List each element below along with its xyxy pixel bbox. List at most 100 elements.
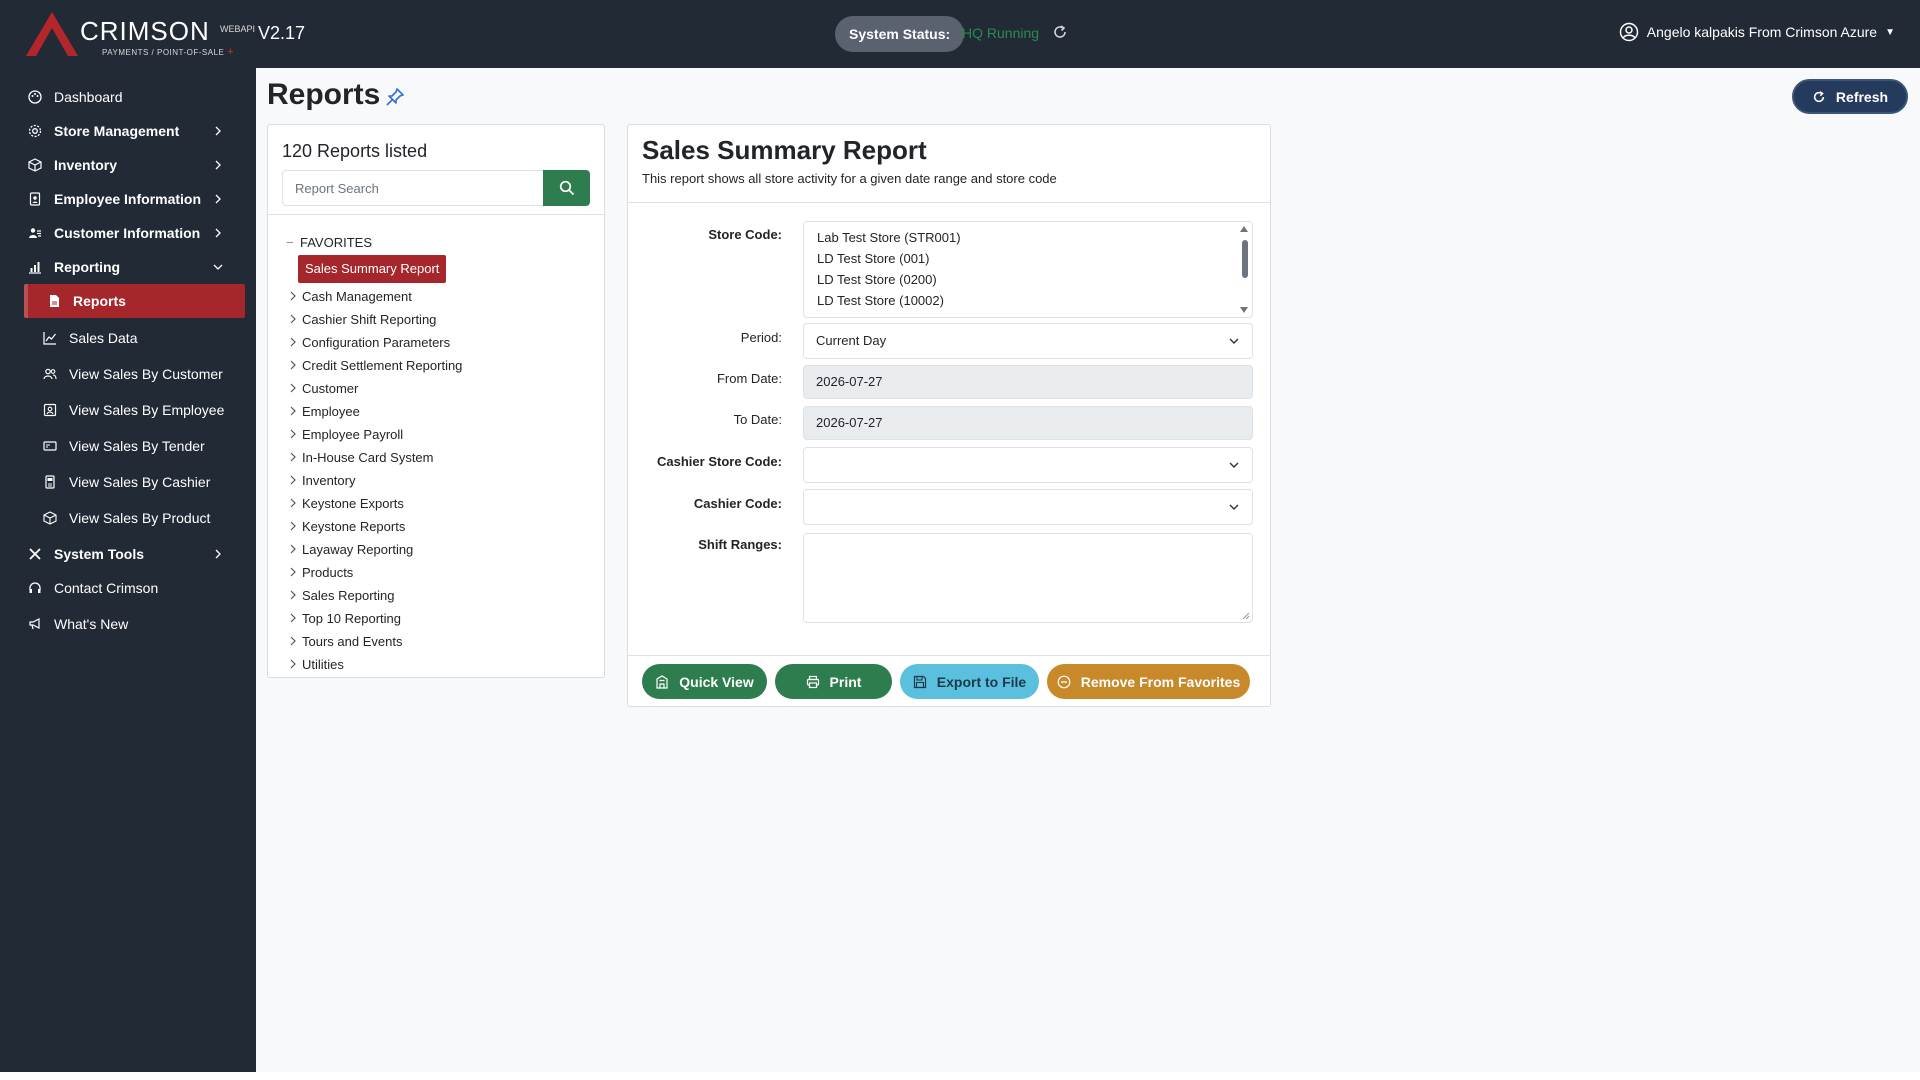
sidebar-item-label: Inventory xyxy=(54,157,118,173)
tree-category[interactable]: Utilities xyxy=(286,654,344,674)
system-status-badge: System Status: xyxy=(835,16,965,52)
store-option[interactable]: LD Test Store (10002) xyxy=(817,293,944,308)
sidebar-item-label: Reporting xyxy=(54,259,121,275)
version-label: V2.17 xyxy=(258,23,306,43)
divider xyxy=(628,655,1270,656)
system-status-value: HQ Running xyxy=(962,25,1040,41)
search-button[interactable] xyxy=(543,170,590,206)
chevron-right-icon xyxy=(215,228,221,238)
sidebar-item-view-sales-by-product[interactable]: View Sales By Product xyxy=(0,501,256,535)
to-date-field[interactable]: 2026-07-27 xyxy=(803,406,1253,440)
tree-category[interactable]: Credit Settlement Reporting xyxy=(286,355,462,375)
tree-category[interactable]: Layaway Reporting xyxy=(286,539,413,559)
crimson-logo[interactable]: CRIMSON PAYMENTS / POINT-OF-SALE + WEBAP… xyxy=(24,10,256,60)
sidebar-item-view-sales-by-tender[interactable]: View Sales By Tender xyxy=(0,429,256,463)
tree-category[interactable]: Keystone Reports xyxy=(286,516,405,536)
sidebar-item-reports[interactable]: Reports xyxy=(24,284,245,318)
tree-category[interactable]: Cash Management xyxy=(286,286,412,306)
sidebar-item-system-tools[interactable]: System Tools xyxy=(0,537,256,571)
sidebar-item-store-management[interactable]: Store Management xyxy=(0,114,256,148)
sidebar-item-label: Store Management xyxy=(54,123,180,139)
remove-from-favorites-label: Remove From Favorites xyxy=(1080,673,1241,690)
scroll-down-icon[interactable] xyxy=(1240,307,1248,313)
chevron-right-icon xyxy=(290,337,296,347)
period-select[interactable]: Current Day xyxy=(803,323,1253,359)
sidebar-item-employee-information[interactable]: Employee Information xyxy=(0,182,256,216)
sidebar-item-reporting[interactable]: Reporting xyxy=(0,250,256,284)
chevron-right-icon xyxy=(290,659,296,669)
tree-category[interactable]: Inventory xyxy=(286,470,355,490)
quick-view-button[interactable]: Quick View xyxy=(642,664,767,699)
print-label: Print xyxy=(829,673,862,690)
report-form-panel: Sales Summary Report This report shows a… xyxy=(627,124,1271,707)
sidebar-item-dashboard[interactable]: Dashboard xyxy=(0,80,256,114)
tree-category[interactable]: Tours and Events xyxy=(286,631,402,651)
sidebar-item-sales-data[interactable]: Sales Data xyxy=(0,321,256,355)
tree-category[interactable]: Products xyxy=(286,562,353,582)
chevron-right-icon xyxy=(290,452,296,462)
chevron-down-icon xyxy=(1229,338,1239,344)
sidebar-item-contact-crimson[interactable]: Contact Crimson xyxy=(0,571,256,605)
sidebar-item-label: What's New xyxy=(54,616,129,632)
resize-grip-icon[interactable] xyxy=(1242,612,1250,620)
chevron-right-icon xyxy=(290,613,296,623)
sidebar-item-label: View Sales By Customer xyxy=(69,366,223,382)
scroll-up-icon[interactable] xyxy=(1240,226,1248,232)
tree-group-favorites[interactable]: − FAVORITES xyxy=(286,235,372,250)
favorite-report-item[interactable]: Sales Summary Report xyxy=(298,255,447,283)
sidebar-item-view-sales-by-cashier[interactable]: View Sales By Cashier xyxy=(0,465,256,499)
pin-icon[interactable] xyxy=(384,86,406,108)
store-option[interactable]: LD Test Store (0200) xyxy=(817,272,937,287)
scroll-thumb[interactable] xyxy=(1242,240,1248,278)
chevron-right-icon xyxy=(290,360,296,370)
collapse-icon: − xyxy=(286,235,294,250)
store-option[interactable]: LD Test Store (001) xyxy=(817,251,929,266)
report-list-panel: 120 Reports listed − FAVORITES Sales Sum… xyxy=(267,124,605,678)
logo-badge: WEBAPI xyxy=(220,24,256,34)
sidebar-item-inventory[interactable]: Inventory xyxy=(0,148,256,182)
chevron-right-icon xyxy=(290,636,296,646)
report-search-input[interactable] xyxy=(282,170,544,206)
tree-category[interactable]: Customer xyxy=(286,378,358,398)
building-icon xyxy=(656,674,668,689)
status-refresh-icon[interactable] xyxy=(1052,24,1068,40)
report-count: 120 Reports listed xyxy=(282,141,428,161)
tree-category[interactable]: Sales Reporting xyxy=(286,585,395,605)
chevron-down-icon xyxy=(213,264,223,270)
tree-category[interactable]: Employee xyxy=(286,401,360,421)
tree-category[interactable]: Employee Payroll xyxy=(286,424,403,444)
sidebar-item-view-sales-by-employee[interactable]: View Sales By Employee xyxy=(0,393,256,427)
store-code-listbox[interactable]: Lab Test Store (STR001) LD Test Store (0… xyxy=(803,221,1253,318)
sidebar-item-view-sales-by-customer[interactable]: View Sales By Customer xyxy=(0,357,256,391)
box-icon xyxy=(42,510,58,526)
sidebar-item-whats-new[interactable]: What's New xyxy=(0,607,256,641)
export-to-file-button[interactable]: Export to File xyxy=(900,664,1039,699)
quick-view-label: Quick View xyxy=(679,673,754,690)
cashier-store-code-select[interactable] xyxy=(803,447,1253,483)
store-option[interactable]: Lab Test Store (STR001) xyxy=(817,230,961,245)
main-content: Reports Refresh 120 Reports listed − FAV… xyxy=(256,68,1920,1072)
chevron-right-icon xyxy=(290,429,296,439)
sidebar-item-label: View Sales By Tender xyxy=(69,438,205,454)
card-icon xyxy=(42,438,58,454)
chevron-right-icon xyxy=(215,194,221,204)
shift-ranges-textarea[interactable] xyxy=(803,533,1253,623)
tree-category[interactable]: Top 10 Reporting xyxy=(286,608,401,628)
from-date-field[interactable]: 2026-07-27 xyxy=(803,365,1253,399)
chevron-right-icon xyxy=(215,126,221,136)
tree-category[interactable]: In-House Card System xyxy=(286,447,434,467)
cashier-code-select[interactable] xyxy=(803,489,1253,525)
print-button[interactable]: Print xyxy=(775,664,892,699)
listbox-scrollbar[interactable] xyxy=(1238,222,1252,317)
refresh-button[interactable]: Refresh xyxy=(1792,79,1908,114)
tree-category[interactable]: Keystone Exports xyxy=(286,493,404,513)
tree-category[interactable]: Configuration Parameters xyxy=(286,332,450,352)
remove-from-favorites-button[interactable]: Remove From Favorites xyxy=(1047,664,1250,699)
tree-category[interactable]: Cashier Shift Reporting xyxy=(286,309,436,329)
sidebar-item-label: Employee Information xyxy=(54,191,202,207)
logo-word: CRIMSON xyxy=(80,16,210,46)
sidebar-item-customer-information[interactable]: Customer Information xyxy=(0,216,256,250)
users-icon xyxy=(27,225,43,241)
user-menu[interactable]: Angelo kalpakis From Crimson Azure ▼ xyxy=(1619,22,1895,42)
chevron-right-icon xyxy=(290,406,296,416)
